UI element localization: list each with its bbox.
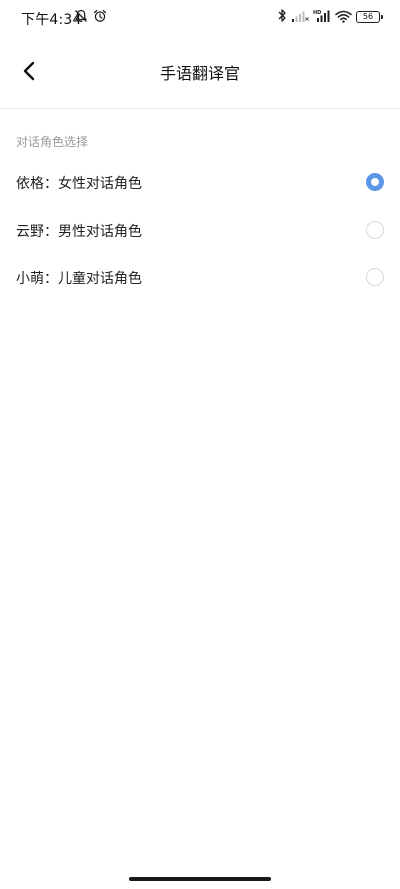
role-option-child[interactable]: 小萌：儿童对话角色: [0, 253, 400, 301]
nav-bar: 手语翻译官: [0, 34, 400, 108]
radio-button[interactable]: [366, 268, 384, 286]
status-time: 下午4:34: [21, 12, 82, 28]
signal-1-icon: [291, 8, 309, 27]
mute-icon: [74, 8, 88, 27]
status-left-icons: [74, 9, 107, 25]
alarm-icon: [93, 8, 107, 27]
role-option-male[interactable]: 云野：男性对话角色: [0, 206, 400, 254]
role-option-label: 小萌：儿童对话角色: [16, 271, 142, 287]
role-option-label: 云野：男性对话角色: [16, 223, 142, 240]
bluetooth-icon: [277, 8, 287, 27]
status-bar: 下午4:34 HD 56: [0, 0, 400, 34]
role-option-female[interactable]: 依格：女性对话角色: [0, 158, 400, 206]
role-option-label: 依格：女性对话角色: [16, 176, 142, 192]
battery-icon: 56: [356, 11, 383, 23]
hd-signal-2-icon: HD: [313, 8, 331, 27]
battery-level: 56: [362, 12, 374, 21]
nav-divider: [0, 108, 400, 109]
page-title: 手语翻译官: [159, 64, 240, 83]
status-right-icons: HD 56: [277, 8, 383, 27]
section-header: 对话角色选择: [16, 135, 89, 149]
radio-button[interactable]: [366, 220, 384, 239]
role-option-list: 依格：女性对话角色 云野：男性对话角色 小萌：儿童对话角色: [0, 158, 400, 301]
radio-button-checked[interactable]: [366, 173, 384, 191]
svg-text:HD: HD: [313, 10, 321, 16]
screen: 下午4:34 HD 56 手语翻译官 对话角色选择 依格：女性对话角色 云野：男…: [0, 0, 400, 889]
wifi-icon: [335, 8, 352, 27]
home-indicator[interactable]: [129, 877, 271, 881]
